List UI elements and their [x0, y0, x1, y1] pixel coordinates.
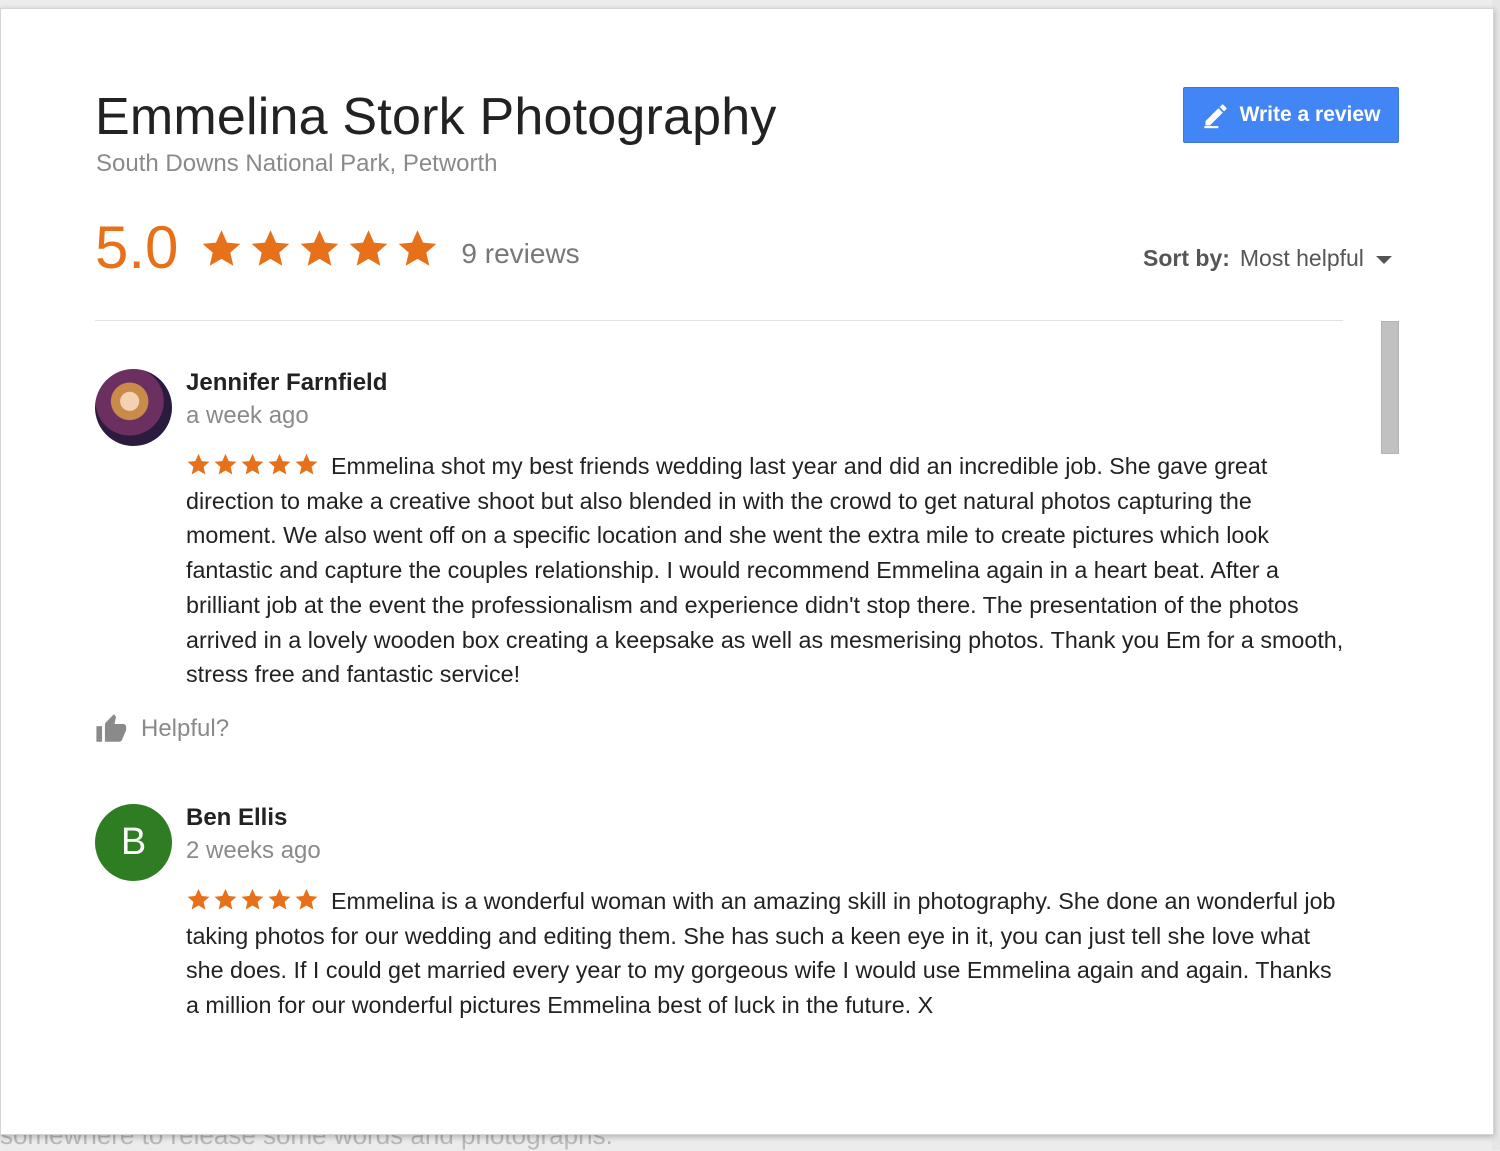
review-time: a week ago	[186, 402, 309, 429]
pencil-icon	[1202, 101, 1230, 129]
chevron-down-icon	[1375, 256, 1392, 264]
review-stars	[186, 452, 319, 477]
review-author[interactable]: Ben Ellis	[186, 804, 287, 832]
helpful-label: Helpful?	[141, 715, 230, 742]
avatar-letter: B	[120, 821, 147, 863]
star-icon	[350, 229, 388, 266]
review-text: Emmelina shot my best friends wedding la…	[186, 453, 1344, 688]
write-review-button[interactable]: Write a review	[1183, 87, 1399, 143]
write-review-label: Write a review	[1239, 103, 1381, 126]
rating-summary: 5.0 9 reviews	[95, 213, 580, 283]
review-body: Emmelina shot my best friends wedding la…	[186, 449, 1346, 692]
scrollbar-thumb[interactable]	[1381, 321, 1399, 454]
business-name: Emmelina Stork Photography	[95, 88, 777, 146]
star-icon	[187, 888, 210, 910]
star-icon	[203, 229, 241, 266]
review-text: Emmelina is a wonderful woman with an am…	[186, 888, 1336, 1019]
star-icon	[268, 453, 291, 475]
review-author[interactable]: Jennifer Farnfield	[186, 369, 387, 397]
star-icon	[214, 888, 237, 910]
star-icon	[399, 229, 437, 266]
star-icon	[241, 888, 264, 910]
avatar[interactable]	[95, 369, 172, 446]
review-body: Emmelina is a wonderful woman with an am…	[186, 884, 1346, 1023]
star-icon	[241, 453, 264, 475]
helpful-button[interactable]: Helpful?	[95, 712, 229, 746]
sort-label: Sort by:	[1143, 245, 1230, 271]
star-icon	[295, 888, 318, 910]
review-time: 2 weeks ago	[186, 837, 321, 864]
star-icon	[268, 888, 291, 910]
star-icon	[214, 453, 237, 475]
sort-dropdown[interactable]: Sort by: Most helpful	[1143, 245, 1392, 272]
star-icon	[295, 453, 318, 475]
review-count[interactable]: 9 reviews	[461, 238, 579, 270]
thumbs-up-icon	[95, 712, 129, 746]
avatar[interactable]: B	[95, 804, 172, 881]
header-divider	[95, 320, 1343, 321]
star-icon	[252, 229, 290, 266]
review-stars	[186, 887, 319, 912]
reviews-dialog: Emmelina Stork Photography South Downs N…	[0, 8, 1494, 1135]
sort-value: Most helpful	[1239, 245, 1364, 271]
business-address: South Downs National Park, Petworth	[96, 150, 498, 177]
star-icon	[187, 453, 210, 475]
rating-value: 5.0	[95, 214, 179, 281]
rating-stars	[200, 227, 439, 270]
star-icon	[301, 229, 339, 266]
